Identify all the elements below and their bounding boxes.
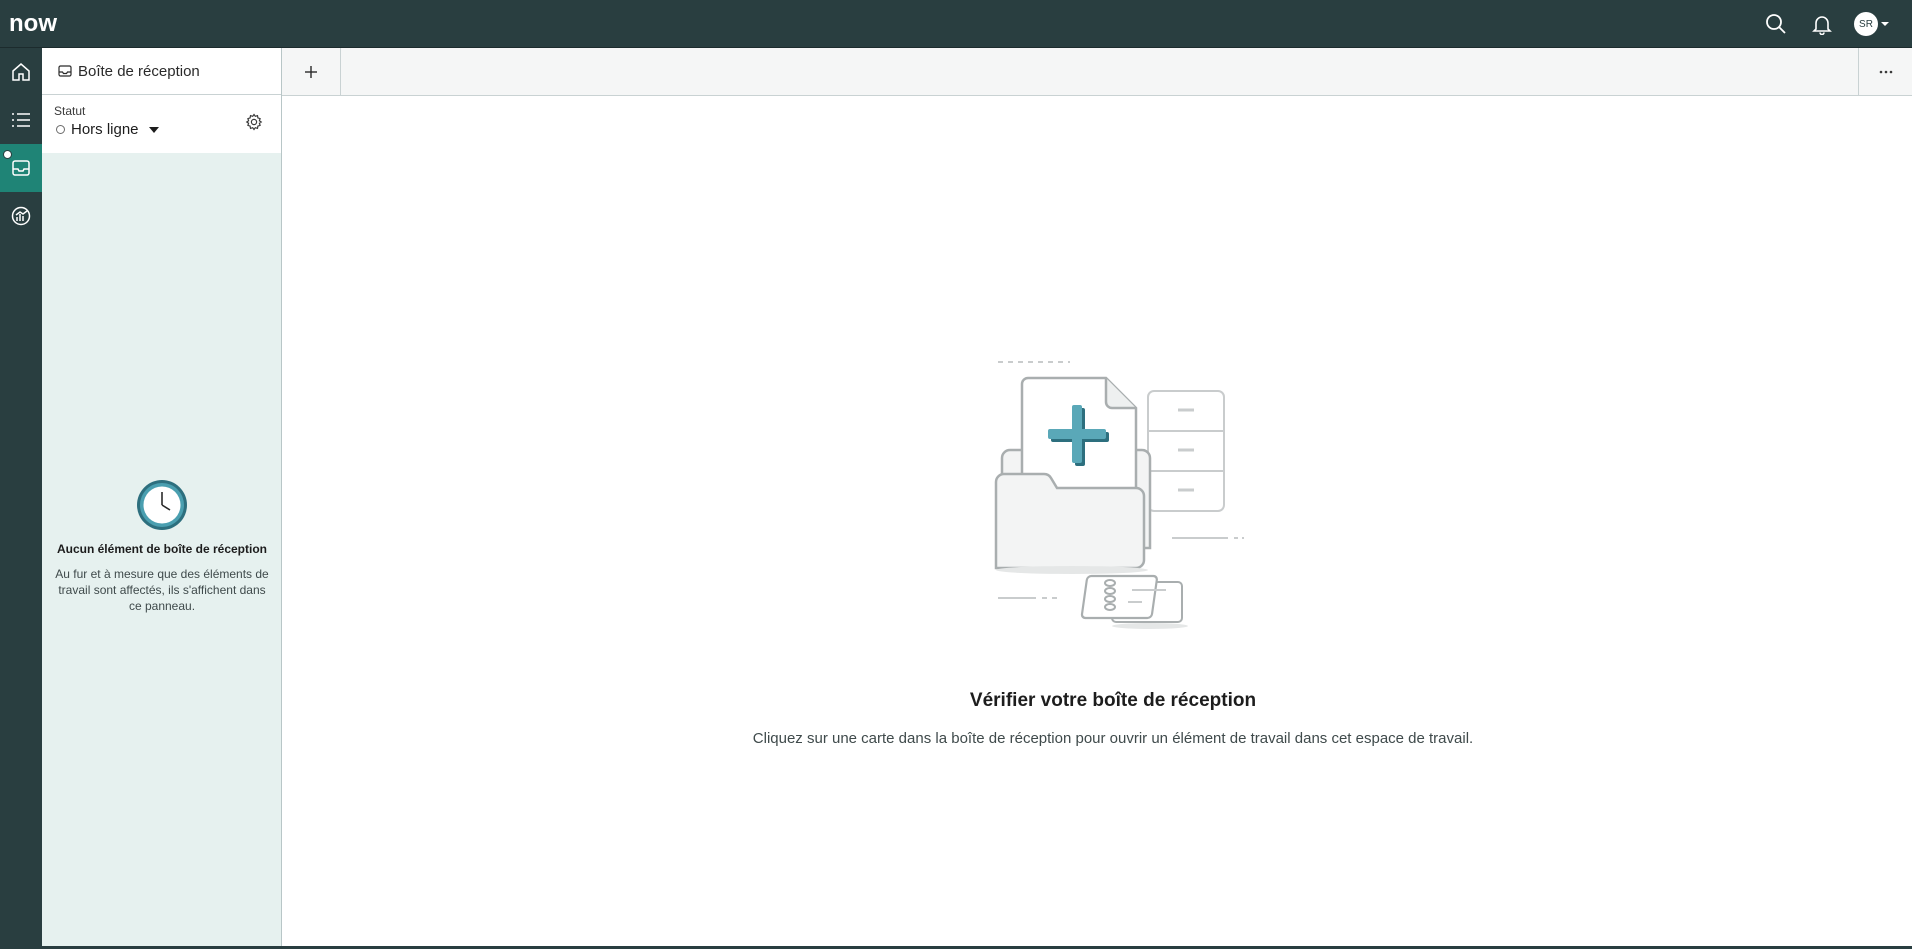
gear-icon[interactable]	[245, 113, 263, 131]
empty-workspace-illustration	[994, 361, 1244, 629]
workspace-empty-description: Cliquez sur une carte dans la boîte de r…	[752, 730, 1474, 747]
user-menu[interactable]: SR	[1854, 12, 1890, 36]
top-navigation-bar: now SR	[0, 0, 1912, 48]
workspace-tab-strip	[282, 48, 1912, 96]
caret-down-icon	[148, 126, 159, 133]
analytics-icon	[11, 206, 31, 226]
empty-inbox-state: Aucun élément de boîte de réception Au f…	[42, 478, 282, 614]
more-options-button[interactable]	[1858, 48, 1912, 95]
ellipsis-icon	[1879, 70, 1892, 73]
rail-item-inbox[interactable]	[0, 144, 42, 192]
left-rail	[0, 48, 42, 949]
notifications-button[interactable]	[1808, 10, 1836, 38]
bell-icon	[1812, 16, 1832, 35]
status-label: Statut	[54, 104, 86, 118]
status-indicator-dot	[3, 150, 12, 159]
inbox-icon	[12, 160, 30, 176]
search-button[interactable]	[1762, 10, 1790, 38]
empty-inbox-title: Aucun élément de boîte de réception	[56, 542, 268, 556]
workspace-main: Vérifier votre boîte de réception Clique…	[282, 96, 1912, 946]
status-dropdown[interactable]: Hors ligne	[56, 121, 159, 138]
empty-inbox-description: Au fur et à mesure que des éléments de t…	[55, 567, 269, 613]
clock-icon	[137, 480, 187, 530]
inbox-panel-title: Boîte de réception	[78, 62, 200, 80]
rail-item-list[interactable]	[0, 96, 42, 144]
avatar: SR	[1854, 12, 1878, 36]
inbox-icon	[58, 65, 72, 77]
offline-status-icon	[56, 125, 65, 134]
logo-text: now	[9, 12, 57, 36]
home-icon	[12, 63, 30, 81]
inbox-panel-header[interactable]: Boîte de réception	[42, 48, 281, 95]
rail-item-home[interactable]	[0, 48, 42, 96]
rail-item-analytics[interactable]	[0, 192, 42, 240]
search-icon	[1766, 14, 1786, 34]
status-value: Hors ligne	[71, 121, 139, 138]
list-icon	[12, 113, 30, 127]
plus-icon	[305, 65, 317, 78]
status-section: Statut Hors ligne	[42, 95, 281, 153]
workspace-empty-title: Vérifier votre boîte de réception	[969, 690, 1257, 711]
new-tab-button[interactable]	[282, 48, 341, 95]
chevron-down-icon	[1881, 22, 1889, 26]
now-logo[interactable]: now	[9, 12, 79, 36]
inbox-panel: Boîte de réception Statut Hors ligne Auc…	[42, 48, 282, 946]
